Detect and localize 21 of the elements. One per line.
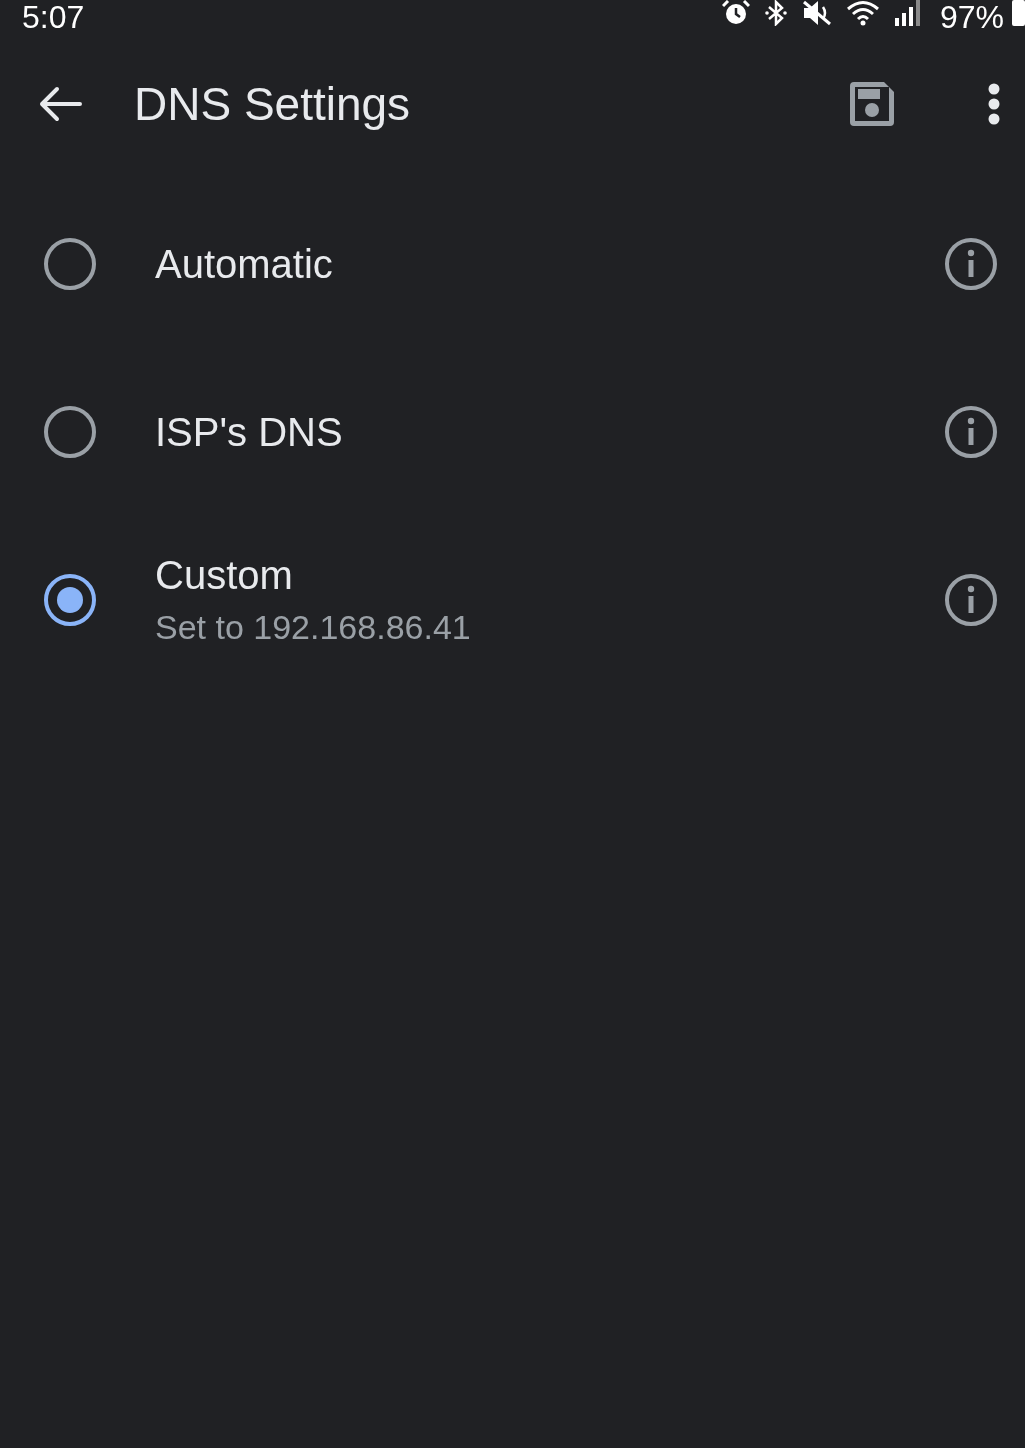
battery-percent: 97% — [939, 0, 1004, 34]
option-label: Custom — [155, 552, 293, 599]
bluetooth-icon — [763, 0, 788, 26]
save-icon[interactable] — [848, 80, 896, 128]
info-icon[interactable] — [943, 404, 999, 460]
info-icon[interactable] — [943, 572, 999, 628]
muted-speaker-icon — [801, 0, 832, 26]
page-title: DNS Settings — [134, 77, 412, 131]
battery-icon — [1012, 0, 1025, 26]
option-subtitle: Set to 192.168.86.41 — [155, 607, 471, 648]
more-options-icon[interactable] — [988, 83, 1000, 125]
wifi-icon — [845, 0, 880, 26]
back-arrow-icon[interactable] — [38, 86, 82, 122]
radio-button[interactable] — [42, 236, 98, 292]
option-label: ISP's DNS — [155, 409, 343, 456]
info-icon[interactable] — [943, 236, 999, 292]
radio-button[interactable] — [42, 572, 98, 628]
option-label: Automatic — [155, 241, 333, 288]
signal-bars-icon — [893, 0, 922, 26]
radio-button[interactable] — [42, 404, 98, 460]
status-time: 5:07 — [22, 0, 85, 34]
